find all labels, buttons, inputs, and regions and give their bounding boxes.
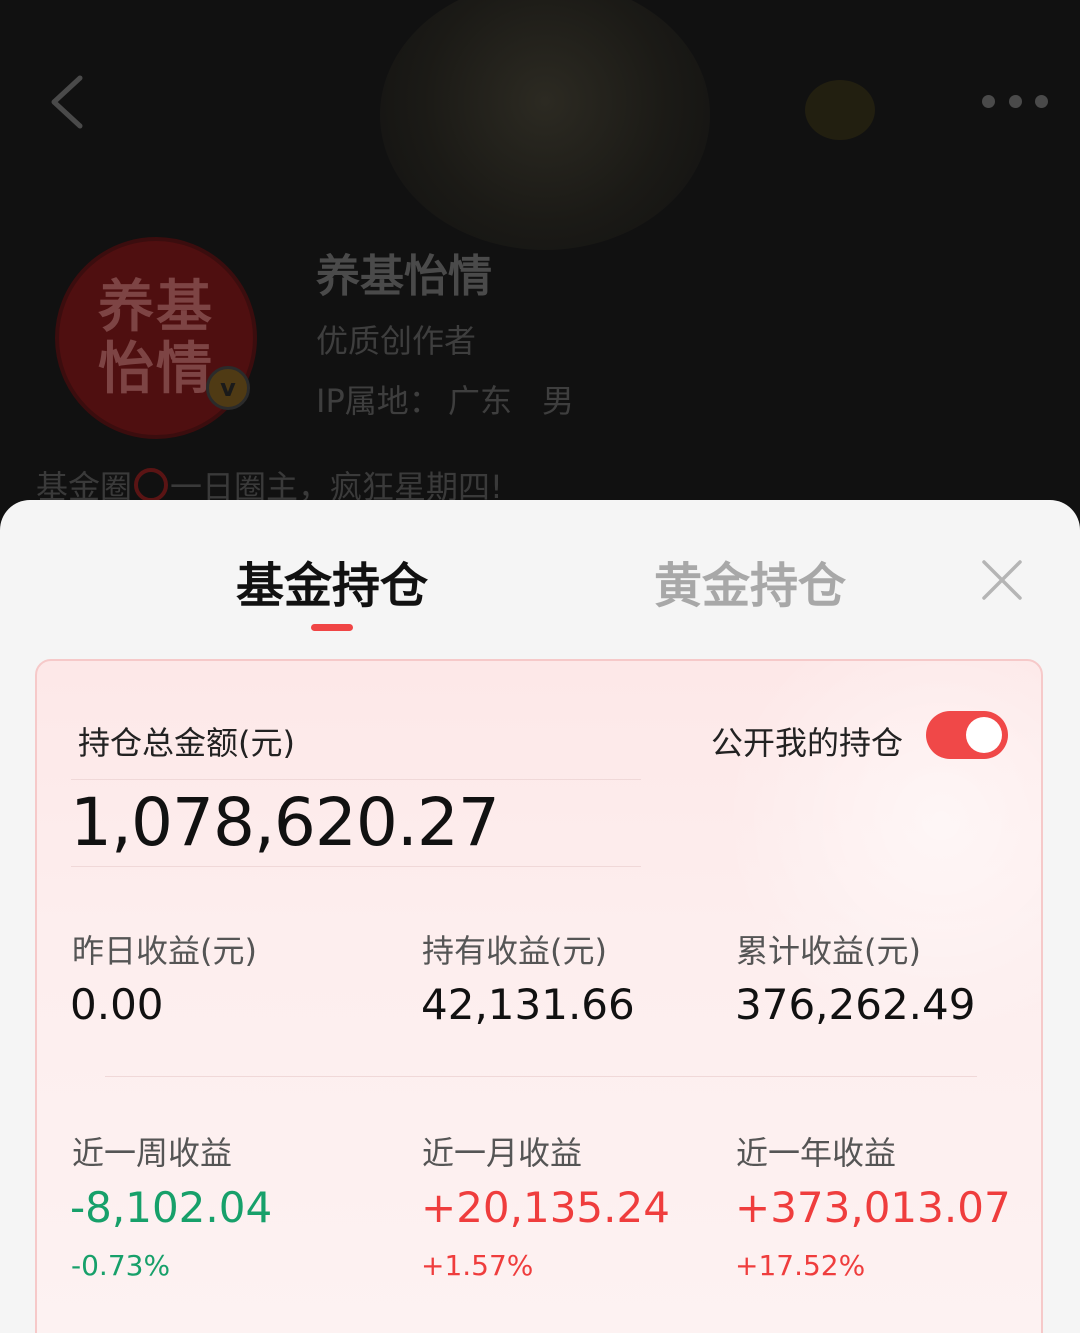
public-holdings-toggle[interactable] (926, 711, 1008, 759)
year-earnings-value: +373,013.07 (735, 1183, 1011, 1232)
month-earnings-label: 近一月收益 (422, 1134, 583, 1172)
holdings-summary-card: 持仓总金额(元) 公开我的持仓 1,078,620.27 昨日收益(元) 0.0… (35, 659, 1043, 1333)
total-amount-value: 1,078,620.27 (70, 784, 500, 861)
active-tab-indicator (311, 624, 353, 631)
ip-location-label: IP属地： (316, 382, 441, 420)
total-amount-label: 持仓总金额(元) (78, 724, 295, 762)
back-arrow-icon[interactable] (44, 74, 90, 130)
verified-badge-icon: v (206, 366, 250, 410)
profile-name: 养基怡情 (316, 251, 492, 302)
toggle-knob (966, 717, 1002, 753)
circle-icon (134, 468, 169, 502)
divider (71, 866, 641, 867)
week-earnings-label: 近一周收益 (72, 1134, 233, 1172)
more-options-icon[interactable] (982, 92, 1048, 110)
avatar-logo-text: 养基 怡情 (98, 274, 214, 402)
cumulative-earnings-label: 累计收益(元) (736, 932, 921, 970)
cumulative-earnings-value: 376,262.49 (735, 980, 976, 1029)
holdings-sheet: 基金持仓 黄金持仓 持仓总金额(元) 公开我的持仓 1,078,620.27 昨… (0, 500, 1080, 1333)
public-holdings-label: 公开我的持仓 (711, 724, 904, 762)
holding-earnings-label: 持有收益(元) (422, 932, 607, 970)
profile-header: 养基 怡情 v 养基怡情 优质创作者 IP属地： 广东 男 基金圈 一日圈主，疯狂… (0, 0, 1080, 530)
divider (105, 1076, 977, 1077)
tab-gold-holdings[interactable]: 黄金持仓 (654, 556, 846, 616)
cover-image (380, 0, 710, 250)
holding-earnings-value: 42,131.66 (421, 980, 635, 1029)
divider (71, 779, 641, 780)
ip-location-value: 广东 (448, 382, 513, 420)
decor-image (805, 80, 875, 140)
creator-tag: 优质创作者 (316, 322, 477, 360)
close-icon[interactable] (980, 558, 1024, 602)
year-earnings-label: 近一年收益 (736, 1134, 897, 1172)
month-earnings-value: +20,135.24 (421, 1183, 670, 1232)
tab-fund-holdings[interactable]: 基金持仓 (236, 556, 428, 616)
gender: 男 (542, 382, 575, 420)
week-earnings-value: -8,102.04 (70, 1183, 273, 1232)
yesterday-earnings-value: 0.00 (70, 980, 164, 1029)
month-earnings-pct: +1.57% (421, 1249, 534, 1282)
yesterday-earnings-label: 昨日收益(元) (72, 932, 257, 970)
year-earnings-pct: +17.52% (735, 1249, 866, 1282)
week-earnings-pct: -0.73% (71, 1249, 171, 1282)
